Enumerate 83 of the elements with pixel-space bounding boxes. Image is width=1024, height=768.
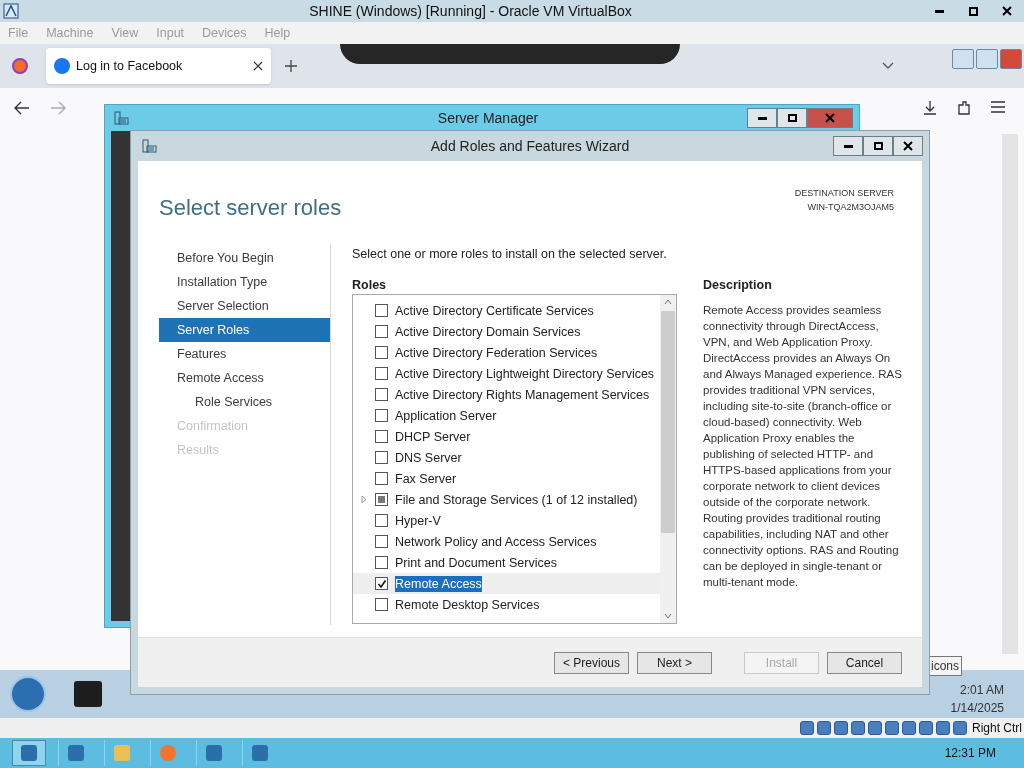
- role-checkbox[interactable]: [375, 388, 388, 401]
- window-title: Add Roles and Features Wizard: [429, 136, 631, 156]
- close-icon: [1002, 6, 1012, 16]
- role-label[interactable]: Active Directory Certificate Services: [395, 302, 594, 319]
- role-label[interactable]: DHCP Server: [395, 428, 471, 445]
- wizard-button[interactable]: Next >: [637, 651, 712, 674]
- host-clock: 12:31 PM: [944, 745, 996, 762]
- role-checkbox[interactable]: [375, 430, 388, 443]
- scroll-up-icon[interactable]: [664, 299, 672, 305]
- description-label: Description: [703, 277, 773, 294]
- window-title: Server Manager: [436, 108, 540, 128]
- minimize-button[interactable]: [747, 108, 777, 128]
- chevron-down-icon[interactable]: [882, 62, 894, 70]
- new-tab-icon[interactable]: [285, 60, 297, 72]
- role-checkbox[interactable]: [375, 304, 388, 317]
- role-label[interactable]: Active Directory Rights Management Services: [395, 386, 650, 403]
- clock-time: 2:01 AM: [959, 682, 1004, 699]
- scroll-down-icon[interactable]: [664, 613, 672, 619]
- close-icon[interactable]: [253, 61, 263, 71]
- role-checkbox[interactable]: [375, 409, 388, 422]
- role-checkbox[interactable]: [375, 346, 388, 359]
- roles-label: Roles: [352, 277, 388, 294]
- maximize-button[interactable]: [777, 108, 807, 128]
- destination-server: WIN-TQA2M3OJAM5: [807, 200, 894, 214]
- role-label[interactable]: Remote Desktop Services: [395, 596, 540, 613]
- role-label[interactable]: Active Directory Lightweight Directory Services: [395, 365, 655, 382]
- wizard-step[interactable]: Role Services: [159, 390, 330, 414]
- scroll-thumb[interactable]: [661, 311, 675, 533]
- role-checkbox[interactable]: [375, 535, 388, 548]
- page-heading: Select server roles: [159, 194, 342, 222]
- role-checkbox[interactable]: [375, 451, 388, 464]
- role-checkbox[interactable]: [375, 325, 388, 338]
- download-icon[interactable]: [922, 100, 938, 116]
- wizard-step: Confirmation: [159, 414, 330, 438]
- wizard-step[interactable]: Server Roles: [159, 318, 330, 342]
- minimize-button[interactable]: [833, 136, 863, 156]
- description-text: Remote Access provides seamless connectivity through DirectAccess, VPN, and Web Application Proxy. DirectAccess provides an Always On and Always Managed experience. RAS provides traditional VPN services, including site-to-site (branch-office or cloud-based) connectivity. Web Application Proxy enables the publishing of selected HTTP- and HTTPS-based applications from your corporate network to client devices outside of the corporate network. Routing provides traditional routing capabilities, including NAT and other connectivity options. RAS and Routing can be deployed in single-tenant or multi-tenant mode.: [703, 303, 903, 590]
- scrollbar[interactable]: [660, 295, 676, 623]
- role-label[interactable]: Hyper-V: [395, 512, 441, 529]
- role-checkbox[interactable]: [375, 493, 388, 506]
- role-checkbox[interactable]: [375, 577, 388, 590]
- role-label[interactable]: Print and Document Services: [395, 554, 557, 571]
- role-label[interactable]: Application Server: [395, 407, 497, 424]
- restore-button[interactable]: [976, 49, 998, 69]
- maximize-button[interactable]: [863, 136, 893, 156]
- partial-fill: [378, 496, 385, 503]
- virtualbox-logo-icon: [3, 3, 19, 19]
- wizard-button[interactable]: Cancel: [827, 651, 902, 674]
- close-icon: [903, 141, 913, 151]
- role-checkbox[interactable]: [375, 598, 388, 611]
- destination-label: DESTINATION SERVER: [794, 187, 894, 200]
- wizard-step[interactable]: Server Selection: [159, 294, 330, 318]
- tooltip: icons: [928, 656, 962, 676]
- browser-tab[interactable]: Log in to Facebook: [46, 48, 271, 84]
- role-checkbox[interactable]: [375, 514, 388, 527]
- menu-icon[interactable]: [990, 100, 1006, 114]
- window-title: SHINE (Windows) [Running] - Oracle VM VirtualBox: [308, 1, 633, 21]
- role-label[interactable]: Remote Access: [395, 575, 482, 592]
- close-icon: [825, 113, 835, 123]
- role-label[interactable]: Fax Server: [395, 470, 457, 487]
- role-label[interactable]: Active Directory Domain Services: [395, 323, 581, 340]
- wizard-step[interactable]: Features: [159, 342, 330, 366]
- role-checkbox[interactable]: [375, 367, 388, 380]
- firefox-logo-icon: [12, 58, 28, 74]
- tab-title: Log in to Facebook: [76, 57, 184, 75]
- role-label[interactable]: DNS Server: [395, 449, 462, 466]
- wizard-step[interactable]: Before You Begin: [159, 246, 330, 270]
- wizard-step: Results: [159, 438, 330, 462]
- role-checkbox[interactable]: [375, 472, 388, 485]
- start-orb-icon[interactable]: [10, 676, 46, 712]
- instruction-text: Select one or more roles to install on the selected server.: [352, 246, 668, 263]
- role-label[interactable]: Active Directory Federation Services: [395, 344, 598, 361]
- wizard-step[interactable]: Installation Type: [159, 270, 330, 294]
- host-key-label: Right Ctrl: [972, 720, 1022, 737]
- expand-arrow-icon[interactable]: [361, 495, 367, 504]
- role-label[interactable]: Network Policy and Access Services: [395, 533, 597, 550]
- wizard-step[interactable]: Remote Access: [159, 366, 330, 390]
- clock-date: 1/14/2025: [950, 700, 1004, 717]
- back-arrow-icon[interactable]: [14, 101, 30, 115]
- role-checkbox[interactable]: [375, 556, 388, 569]
- role-label[interactable]: File and Storage Services (1 of 12 installed): [395, 491, 638, 508]
- wizard-button[interactable]: < Previous: [554, 651, 629, 674]
- close-button[interactable]: [893, 136, 923, 156]
